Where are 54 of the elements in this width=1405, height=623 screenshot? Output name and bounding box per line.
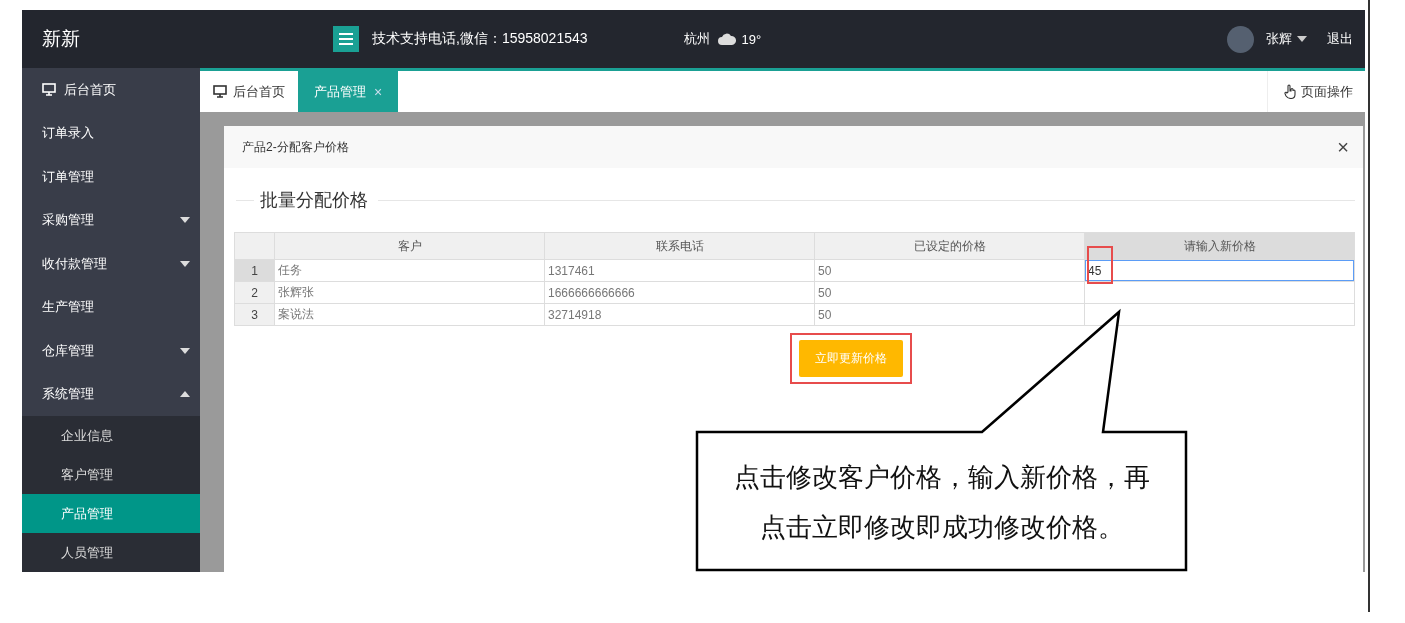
menu-icon	[339, 33, 353, 45]
price-input[interactable]: 45	[1085, 260, 1354, 281]
row-number: 1	[234, 259, 275, 282]
caret-down-icon[interactable]	[1297, 36, 1307, 42]
monitor-icon	[42, 83, 56, 97]
table-cell: 32714918	[544, 303, 815, 326]
tab[interactable]: 后台首页	[200, 71, 298, 112]
sidebar-item[interactable]: 订单录入	[22, 111, 200, 155]
menu-button[interactable]	[333, 26, 359, 52]
table-cell: 1666666666666	[544, 281, 815, 304]
modal-title: 产品2-分配客户价格	[242, 138, 350, 156]
row-number: 3	[234, 303, 275, 326]
support-text: 技术支持电话,微信：15958021543	[372, 30, 588, 48]
sidebar-item[interactable]: 采购管理	[22, 198, 200, 242]
table-cell: 50	[814, 259, 1085, 282]
sidebar-subitem[interactable]: 人员管理	[22, 533, 200, 572]
sidebar-subitem[interactable]: 企业信息	[22, 416, 200, 455]
row-number: 2	[234, 281, 275, 304]
caret-down-icon	[180, 217, 190, 224]
section-title: 批量分配价格	[259, 189, 369, 212]
cloud-icon	[717, 33, 736, 45]
table-cell: 张辉张	[274, 281, 545, 304]
table-cell: 1317461	[544, 259, 815, 282]
caret-down-icon	[180, 347, 190, 354]
monitor-icon	[213, 85, 227, 98]
column-header[interactable]: 联系电话	[544, 232, 815, 260]
logout-link[interactable]: 退出	[1327, 30, 1353, 48]
sidebar-item[interactable]: 收付款管理	[22, 242, 200, 286]
sidebar-subitem[interactable]: 客户管理	[22, 455, 200, 494]
table-cell: 50	[814, 281, 1085, 304]
temperature-label: 19°	[741, 31, 762, 47]
city-label: 杭州	[683, 30, 710, 48]
column-header[interactable]: 已设定的价格	[814, 232, 1085, 260]
caret-up-icon	[180, 391, 190, 398]
close-button[interactable]: ×	[1337, 135, 1349, 159]
column-header[interactable]: 客户	[274, 232, 545, 260]
table-cell: 任务	[274, 259, 545, 282]
hand-pointer-icon	[1284, 84, 1297, 99]
sidebar-item[interactable]: 订单管理	[22, 155, 200, 199]
caret-down-icon	[180, 260, 190, 267]
highlight-frame	[1087, 246, 1113, 284]
avatar-placeholder[interactable]	[1227, 25, 1254, 53]
sidebar-item[interactable]: 后台首页	[22, 68, 200, 112]
callout-text: 点击修改客户价格，输入新价格，再点击立即修改即成功修改价格。	[733, 461, 1151, 544]
column-header[interactable]: 请输入新价格	[1084, 232, 1355, 260]
sidebar-subitem[interactable]: 产品管理	[22, 494, 200, 533]
sidebar-item[interactable]: 仓库管理	[22, 329, 200, 373]
sidebar-item[interactable]: 系统管理	[22, 372, 200, 416]
user-name[interactable]: 张辉	[1266, 30, 1292, 48]
sidebar-item[interactable]: 生产管理	[22, 285, 200, 329]
header-cell	[234, 232, 275, 260]
table-cell: 案说法	[274, 303, 545, 326]
table-cell: 50	[814, 303, 1085, 326]
brand-name: 新新	[41, 27, 81, 51]
